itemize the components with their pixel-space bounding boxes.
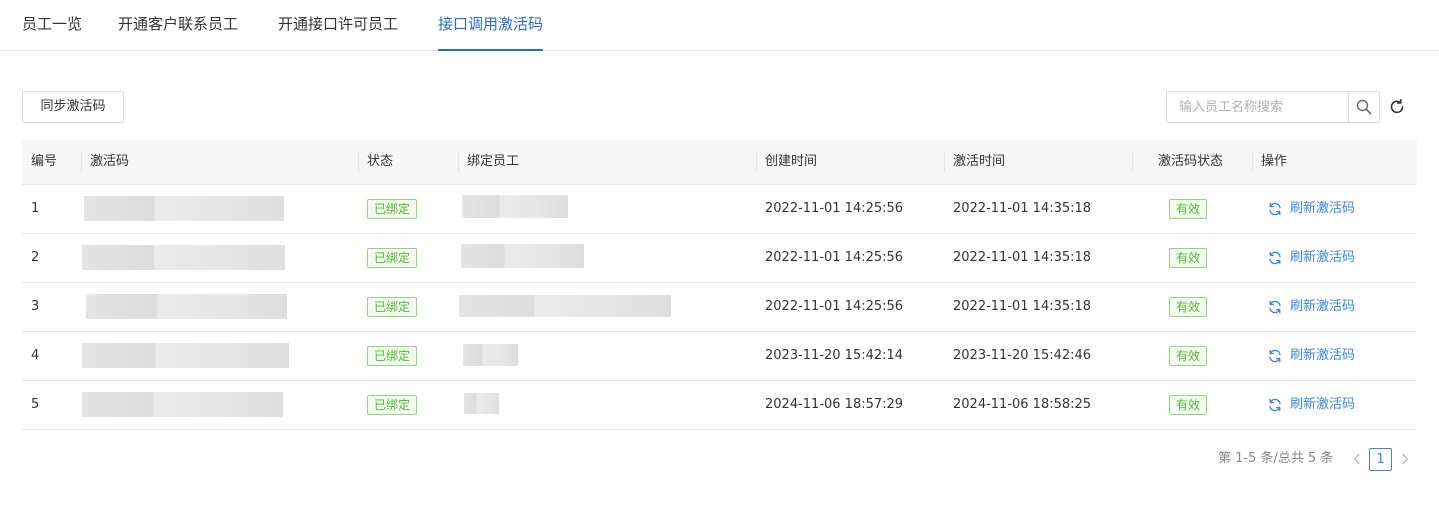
status-badge: 已绑定: [367, 395, 418, 415]
column-header-activated-time: 激活时间: [953, 154, 1006, 169]
code-status-badge: 有效: [1169, 248, 1208, 268]
table-row: 3 已绑定 2022-11-01 14:25:56 2022-11-01 14:…: [22, 283, 1417, 332]
created-time: 2022-11-01 14:25:56: [765, 201, 904, 216]
activation-code-table: 编号 激活码 状态 绑定员工 创建时间 激活时间 激活码状态 操作 1 已绑定 …: [22, 140, 1417, 430]
row-number: 4: [31, 348, 40, 363]
search-icon: [1356, 99, 1372, 115]
refresh-icon: [1269, 251, 1281, 265]
tab-api-license-staff[interactable]: 开通接口许可员工: [278, 0, 398, 51]
code-status-badge: 有效: [1169, 395, 1208, 415]
table-row: 5 已绑定 2024-11-06 18:57:29 2024-11-06 18:…: [22, 381, 1417, 430]
row-number: 2: [31, 250, 40, 265]
redacted-employee-name: [459, 295, 671, 317]
activated-time: 2023-11-20 15:42:46: [953, 348, 1092, 363]
activated-time: 2024-11-06 18:58:25: [953, 397, 1092, 412]
column-header-bound-employee: 绑定员工: [467, 154, 520, 169]
redacted-employee-name: [461, 244, 584, 268]
refresh-activation-code-label: 刷新激活码: [1290, 397, 1356, 412]
table-row: 4 已绑定 2023-11-20 15:42:14 2023-11-20 15:…: [22, 332, 1417, 381]
refresh-activation-code-link[interactable]: 刷新激活码: [1268, 185, 1355, 233]
refresh-icon: [1269, 300, 1281, 314]
sync-activation-code-button[interactable]: 同步激活码: [22, 91, 124, 123]
tab-api-activation-codes[interactable]: 接口调用激活码: [438, 0, 544, 51]
column-header-number: 编号: [31, 154, 58, 169]
redacted-activation-code: [84, 196, 284, 221]
refresh-icon[interactable]: [1388, 98, 1406, 116]
table-row: 2 已绑定 2022-11-01 14:25:56 2022-11-01 14:…: [22, 234, 1417, 283]
tab-employee-overview[interactable]: 员工一览: [22, 0, 82, 51]
chevron-right-icon: [1402, 453, 1409, 465]
status-badge: 已绑定: [367, 248, 418, 268]
column-divider: [944, 152, 945, 172]
refresh-activation-code-link[interactable]: 刷新激活码: [1268, 283, 1355, 331]
row-number: 3: [31, 299, 40, 314]
page: 员工一览 开通客户联系员工 开通接口许可员工 接口调用激活码 同步激活码 编号 …: [0, 0, 1439, 513]
refresh-activation-code-link[interactable]: 刷新激活码: [1268, 234, 1355, 282]
refresh-icon: [1269, 202, 1281, 216]
refresh-activation-code-link[interactable]: 刷新激活码: [1268, 332, 1355, 380]
created-time: 2022-11-01 14:25:56: [765, 250, 904, 265]
column-header-activation-code: 激活码: [90, 154, 130, 169]
row-number: 5: [31, 397, 40, 412]
column-divider: [458, 152, 459, 172]
redacted-activation-code: [82, 245, 285, 270]
column-divider: [1132, 152, 1133, 172]
code-status-badge: 有效: [1169, 346, 1208, 366]
column-divider: [81, 152, 82, 172]
table-header: 编号 激活码 状态 绑定员工 创建时间 激活时间 激活码状态 操作: [22, 140, 1417, 185]
activated-time: 2022-11-01 14:35:18: [953, 299, 1092, 314]
tab-bar: 员工一览 开通客户联系员工 开通接口许可员工 接口调用激活码: [0, 0, 1439, 51]
refresh-icon: [1269, 398, 1281, 412]
table-row: 1 已绑定 2022-11-01 14:25:56 2022-11-01 14:…: [22, 185, 1417, 234]
code-status-badge: 有效: [1169, 297, 1208, 317]
status-badge: 已绑定: [367, 346, 418, 366]
redacted-activation-code: [82, 392, 283, 417]
chevron-left-icon: [1353, 453, 1360, 465]
column-divider: [756, 152, 757, 172]
column-header-actions: 操作: [1261, 154, 1288, 169]
pagination-summary: 第 1-5 条/总共 5 条: [1218, 451, 1334, 466]
row-number: 1: [31, 201, 40, 216]
column-header-code-status: 激活码状态: [1158, 154, 1224, 169]
refresh-icon: [1269, 349, 1281, 363]
refresh-activation-code-label: 刷新激活码: [1290, 299, 1356, 314]
redacted-employee-name: [462, 195, 568, 218]
search-box: [1166, 91, 1380, 123]
created-time: 2022-11-01 14:25:56: [765, 299, 904, 314]
pagination-next-button[interactable]: [1397, 449, 1413, 469]
refresh-activation-code-label: 刷新激活码: [1290, 201, 1356, 216]
redacted-activation-code: [86, 294, 287, 319]
code-status-badge: 有效: [1169, 199, 1208, 219]
refresh-activation-code-link[interactable]: 刷新激活码: [1268, 381, 1355, 429]
status-badge: 已绑定: [367, 297, 418, 317]
redacted-employee-name: [464, 393, 499, 414]
activated-time: 2022-11-01 14:35:18: [953, 250, 1092, 265]
activated-time: 2022-11-01 14:35:18: [953, 201, 1092, 216]
pagination-page-1[interactable]: 1: [1369, 448, 1392, 471]
column-header-created-time: 创建时间: [765, 154, 818, 169]
search-input[interactable]: [1167, 92, 1349, 122]
search-button[interactable]: [1348, 92, 1379, 122]
pagination-prev-button[interactable]: [1349, 449, 1365, 469]
created-time: 2024-11-06 18:57:29: [765, 397, 904, 412]
column-header-status: 状态: [367, 154, 394, 169]
redacted-employee-name: [463, 344, 518, 366]
column-divider: [1252, 152, 1253, 172]
column-divider: [358, 152, 359, 172]
tab-customer-contact-staff[interactable]: 开通客户联系员工: [118, 0, 238, 51]
redacted-activation-code: [82, 343, 289, 368]
refresh-activation-code-label: 刷新激活码: [1290, 250, 1356, 265]
refresh-activation-code-label: 刷新激活码: [1290, 348, 1356, 363]
status-badge: 已绑定: [367, 199, 418, 219]
created-time: 2023-11-20 15:42:14: [765, 348, 904, 363]
